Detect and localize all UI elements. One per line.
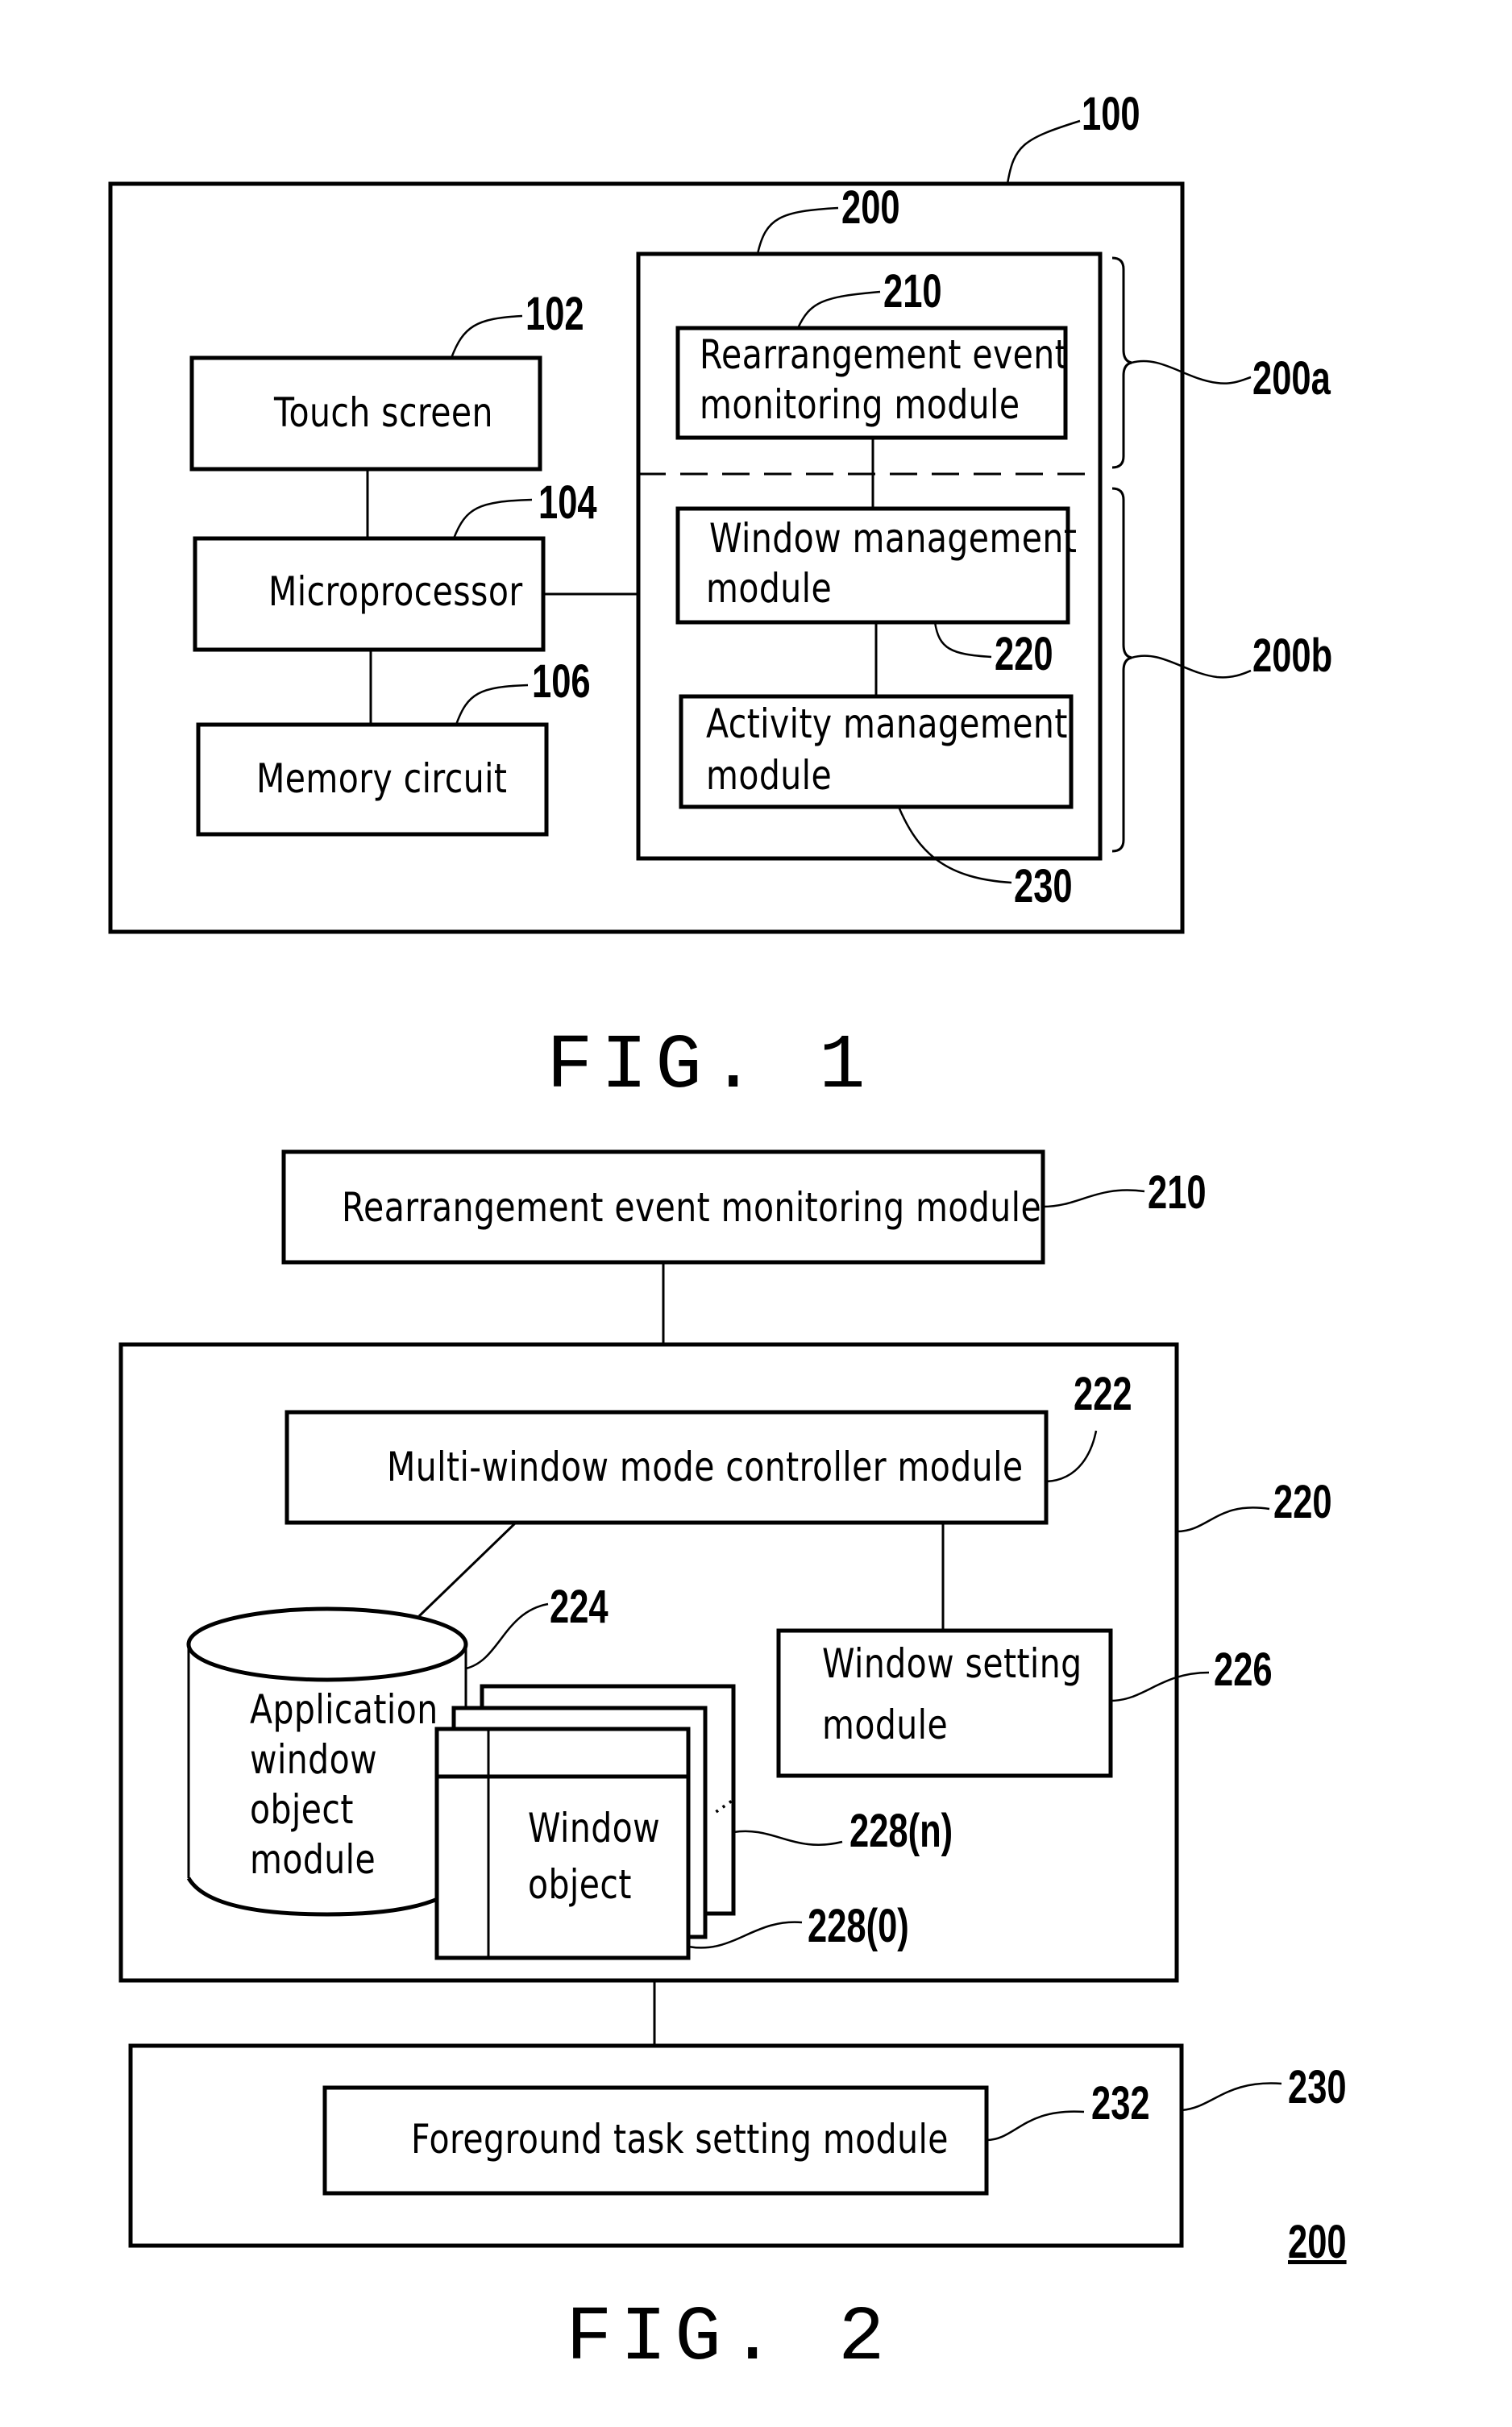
app-window-object-line: module — [250, 1836, 376, 1883]
figure-2-caption: FIG. 2 — [566, 2294, 893, 2382]
rearrangement-label-line1: Rearrangement event — [700, 331, 1069, 378]
connector-222-224 — [417, 1521, 517, 1618]
leader-232 — [986, 2110, 1085, 2142]
rearrangement-label-line2: monitoring module — [700, 381, 1020, 428]
leader-102 — [450, 314, 523, 359]
window-object-label-line2: object — [528, 1861, 632, 1908]
activity-mgmt-label-line1: Activity management — [706, 700, 1068, 747]
brace-200a — [1111, 256, 1132, 469]
multi-window-label: Multi-window mode controller module — [387, 1444, 1024, 1490]
window-setting-label-line2: module — [822, 1702, 949, 1748]
leader-222 — [1045, 1430, 1098, 1483]
activity-mgmt-label-line2: module — [706, 752, 833, 799]
leader-210 — [796, 290, 881, 329]
ref-228n: 228(n) — [849, 1805, 953, 1857]
ref-226: 226 — [1214, 1644, 1273, 1696]
fig2-system-ref-200: 200 — [1288, 2216, 1347, 2268]
window-setting-label-line1: Window setting — [822, 1640, 1082, 1687]
leader-fig2-230 — [1181, 2082, 1282, 2112]
window-mgmt-label-line2: module — [706, 565, 833, 612]
memory-circuit-label: Memory circuit — [256, 755, 508, 802]
fig2-ref-230: 230 — [1288, 2061, 1347, 2113]
ref-102: 102 — [525, 288, 584, 340]
ref-200: 200 — [841, 181, 900, 234]
ref-222: 222 — [1074, 1368, 1132, 1420]
window-object-label-line1: Window — [528, 1805, 661, 1851]
window-mgmt-label-line1: Window management — [709, 515, 1078, 562]
leader-220 — [933, 621, 992, 659]
leader-200b — [1131, 655, 1252, 679]
microprocessor-label: Microprocessor — [268, 568, 523, 615]
foreground-task-label: Foreground task setting module — [411, 2116, 949, 2163]
ref-230: 230 — [1014, 860, 1073, 912]
leader-104 — [452, 498, 533, 539]
ref-232: 232 — [1091, 2077, 1150, 2130]
ref-100: 100 — [1082, 88, 1140, 140]
brace-200b — [1111, 487, 1132, 853]
app-window-object-line: object — [250, 1786, 354, 1833]
leader-106 — [455, 684, 529, 725]
app-window-object-line: window — [250, 1736, 378, 1783]
figure-1-caption: FIG. 1 — [546, 1022, 874, 1110]
ref-224: 224 — [550, 1581, 609, 1633]
ref-220: 220 — [995, 628, 1053, 680]
ref-200b: 200b — [1252, 630, 1333, 682]
fig2-ref-220: 220 — [1273, 1476, 1332, 1528]
patent-drawing-sheet: 100 102 104 106 200 210 220 230 200a 200… — [0, 0, 1512, 2427]
leader-230 — [897, 806, 1012, 884]
ref-104: 104 — [538, 476, 597, 529]
leader-224 — [465, 1602, 549, 1670]
leader-fig2-220 — [1176, 1506, 1270, 1533]
app-window-object-label: Application window object module — [250, 1685, 438, 1885]
leader-fig2-210 — [1042, 1189, 1145, 1208]
leader-226 — [1110, 1671, 1210, 1702]
leader-200a — [1131, 359, 1252, 384]
ref-210: 210 — [883, 265, 942, 318]
ref-200a: 200a — [1252, 352, 1331, 405]
leader-228n — [733, 1830, 843, 1846]
app-window-object-line: Application — [250, 1686, 438, 1733]
leader-200 — [756, 206, 839, 255]
leader-100 — [1006, 119, 1081, 185]
fig2-ref-210: 210 — [1148, 1166, 1207, 1219]
ref-106: 106 — [532, 655, 591, 708]
fig2-rearrangement-label: Rearrangement event monitoring module — [342, 1184, 1042, 1231]
touch-screen-label: Touch screen — [274, 389, 493, 436]
ref-2280: 228(0) — [808, 1900, 909, 1952]
